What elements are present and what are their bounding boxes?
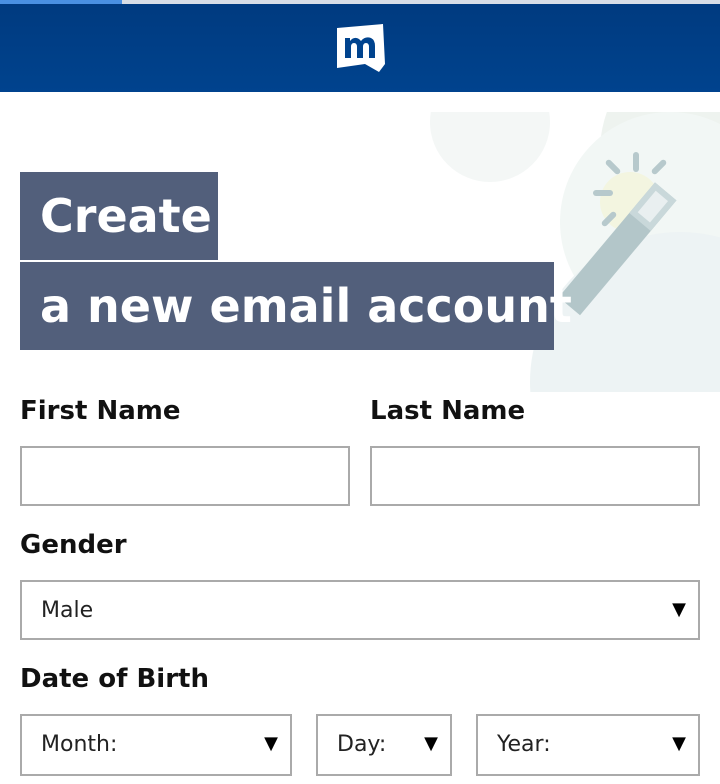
gender-select[interactable]: Male ▼ bbox=[20, 580, 700, 640]
last-name-label: Last Name bbox=[370, 396, 526, 426]
page-title-line-2: a new email account bbox=[20, 262, 572, 350]
chevron-down-icon: ▼ bbox=[424, 733, 438, 754]
chevron-down-icon: ▼ bbox=[264, 733, 278, 754]
last-name-field bbox=[370, 446, 700, 506]
magic-wand-illustration bbox=[420, 112, 720, 392]
birth-day-select[interactable]: Day: ▼ bbox=[316, 714, 452, 776]
chevron-down-icon: ▼ bbox=[672, 733, 686, 754]
birth-month-select[interactable]: Month: ▼ bbox=[20, 714, 292, 776]
birth-month-select-value: Month: bbox=[41, 732, 118, 757]
chevron-down-icon: ▼ bbox=[672, 599, 686, 620]
page-title-line-1: Create bbox=[20, 172, 218, 260]
last-name-input[interactable] bbox=[372, 448, 698, 504]
gender-select-value: Male bbox=[41, 598, 94, 623]
date-of-birth-label: Date of Birth bbox=[20, 664, 209, 694]
first-name-label: First Name bbox=[20, 396, 181, 426]
page-loading-bar bbox=[0, 0, 720, 4]
header-bar bbox=[0, 0, 720, 92]
page-loading-bar-fill bbox=[0, 0, 123, 4]
gender-label: Gender bbox=[20, 530, 127, 560]
birth-year-select[interactable]: Year: ▼ bbox=[476, 714, 700, 776]
birth-day-select-value: Day: bbox=[337, 732, 387, 757]
birth-year-select-value: Year: bbox=[497, 732, 551, 757]
signup-page: Create a new email account First Name La… bbox=[0, 0, 720, 784]
first-name-field bbox=[20, 446, 350, 506]
mail-com-logo-icon[interactable] bbox=[335, 24, 387, 74]
first-name-input[interactable] bbox=[22, 448, 348, 504]
